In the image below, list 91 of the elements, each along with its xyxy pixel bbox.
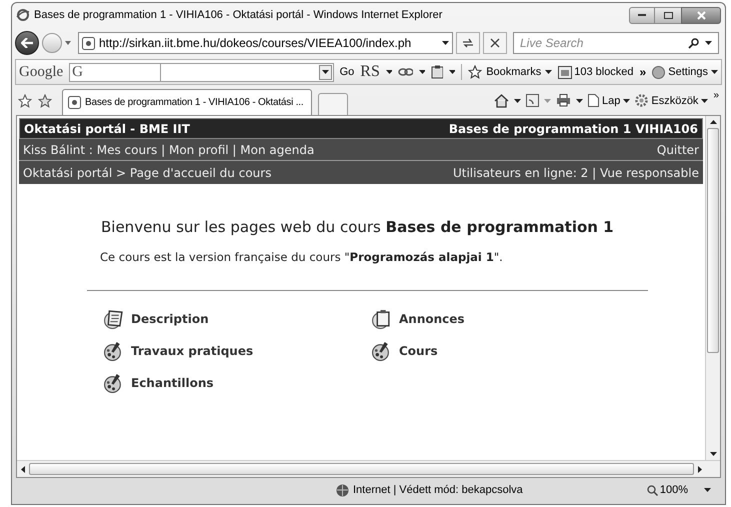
home-icon[interactable] (494, 94, 509, 108)
star-icon (468, 65, 482, 79)
horizontal-scrollbar[interactable] (17, 460, 720, 477)
link-icon[interactable] (398, 66, 413, 78)
dropdown-icon (322, 70, 329, 74)
browser-logo-icon (16, 8, 30, 22)
scroll-thumb[interactable] (707, 128, 719, 353)
favorites-star-icon[interactable] (18, 94, 32, 108)
dropdown-icon[interactable] (448, 70, 456, 74)
tools-menu-button[interactable]: Eszközök (635, 92, 708, 109)
palette-icon (103, 372, 123, 393)
feed-icon[interactable] (526, 94, 539, 108)
dropdown-icon[interactable] (576, 98, 583, 103)
globe-icon (336, 484, 349, 496)
google-logo[interactable]: Google (19, 60, 64, 84)
refresh-icon (462, 38, 474, 48)
dropdown-icon[interactable] (704, 488, 711, 492)
go-button[interactable]: Go (340, 64, 354, 80)
scroll-thumb[interactable] (29, 463, 694, 475)
minimize-button[interactable] (629, 6, 655, 24)
google-search-field[interactable]: G (69, 62, 161, 82)
back-arrow-icon (21, 38, 33, 48)
address-text: http://sirkan.iit.bme.hu/dokeos/courses/VIEEA100/index.ph (99, 35, 412, 52)
forward-button[interactable] (42, 33, 62, 53)
page-icon (82, 36, 95, 50)
user-menu-links[interactable]: Kiss Bálint : Mes cours | Mon profil | Mon agenda (23, 140, 314, 158)
add-favorite-icon[interactable] (38, 94, 52, 108)
circle-icon (652, 66, 666, 78)
page-icon (68, 96, 81, 109)
document-icon (588, 94, 599, 108)
tool-link[interactable]: Description (103, 308, 209, 329)
back-button[interactable] (15, 31, 39, 55)
clipboard-icon[interactable] (431, 65, 443, 79)
vertical-scrollbar[interactable] (705, 116, 720, 460)
search-placeholder: Live Search (520, 35, 584, 52)
course-name: Bases de programmation 1 VIHIA106 (448, 120, 698, 138)
page-menu-button[interactable]: Lap (588, 92, 630, 109)
welcome-heading: Bienvenu sur les pages web du cours Bases de programmation 1 (101, 217, 615, 238)
tool-link[interactable]: Cours (371, 340, 438, 361)
palette-icon (371, 340, 391, 361)
clipboard-icon (371, 308, 391, 329)
search-icon[interactable] (688, 38, 699, 48)
scroll-down-icon[interactable] (710, 452, 716, 456)
dropdown-icon[interactable] (514, 98, 521, 103)
window-title: Bases de programmation 1 - VIHIA106 - Oktatási portál - Windows Internet Explorer (34, 8, 442, 23)
intro-text: Ce cours est la version française du cours "Programozás alapjai 1". (100, 248, 504, 266)
book-icon (103, 308, 123, 329)
scroll-up-icon[interactable] (710, 120, 716, 124)
search-field[interactable]: Live Search (513, 32, 719, 54)
new-tab-button[interactable] (318, 93, 348, 115)
dropdown-icon (711, 70, 718, 74)
tool-link[interactable]: Annonces (371, 308, 465, 329)
g-menu-text: G (72, 62, 84, 82)
breadcrumb[interactable]: Oktatási portál > Page d'accueil du cours (23, 164, 272, 182)
more-button[interactable]: » (713, 88, 719, 104)
printer-icon[interactable] (556, 94, 571, 108)
security-zone-text: Internet | Védett mód: bekapcsolva (353, 482, 523, 498)
history-dropdown-icon[interactable] (65, 41, 71, 45)
stop-button[interactable] (483, 32, 507, 54)
rs-button[interactable]: RS (360, 60, 380, 84)
portal-name: Oktatási portál - BME IIT (24, 120, 190, 138)
scroll-left-icon[interactable] (21, 466, 25, 472)
close-button[interactable] (681, 6, 721, 24)
tool-link[interactable]: Travaux pratiques (103, 340, 254, 361)
scroll-right-icon[interactable] (698, 466, 702, 472)
address-field[interactable]: http://sirkan.iit.bme.hu/dokeos/courses/VIEEA100/index.ph (78, 32, 453, 54)
dropdown-button[interactable] (318, 64, 332, 80)
maximize-button[interactable] (655, 6, 681, 24)
dropdown-icon[interactable] (442, 41, 449, 45)
dropdown-icon (545, 70, 552, 74)
zoom-button[interactable]: 100% (646, 482, 688, 498)
logout-link[interactable]: Quitter (656, 140, 699, 158)
browser-tab[interactable]: Bases de programmation 1 - VIHIA106 - Oktatási ... (62, 89, 312, 115)
popup-blocker-button[interactable]: 103 blocked (558, 64, 634, 80)
magnifier-icon (646, 484, 658, 496)
palette-icon (103, 340, 123, 361)
refresh-button[interactable] (456, 32, 480, 54)
bookmarks-button[interactable]: Bookmarks (468, 64, 552, 80)
dropdown-icon[interactable] (386, 70, 392, 74)
dropdown-icon (701, 98, 708, 103)
gear-icon (635, 94, 648, 108)
window-icon (558, 66, 572, 78)
dropdown-icon[interactable] (418, 70, 426, 74)
close-icon (696, 10, 706, 20)
more-button[interactable]: » (640, 63, 646, 81)
settings-button[interactable]: Settings (652, 64, 718, 80)
online-users-text: Utilisateurs en ligne: 2 | Vue responsable (452, 164, 699, 182)
tool-link[interactable]: Echantillons (103, 372, 214, 393)
close-icon (490, 38, 500, 48)
dropdown-icon[interactable] (705, 41, 712, 45)
dropdown-icon (623, 98, 630, 103)
